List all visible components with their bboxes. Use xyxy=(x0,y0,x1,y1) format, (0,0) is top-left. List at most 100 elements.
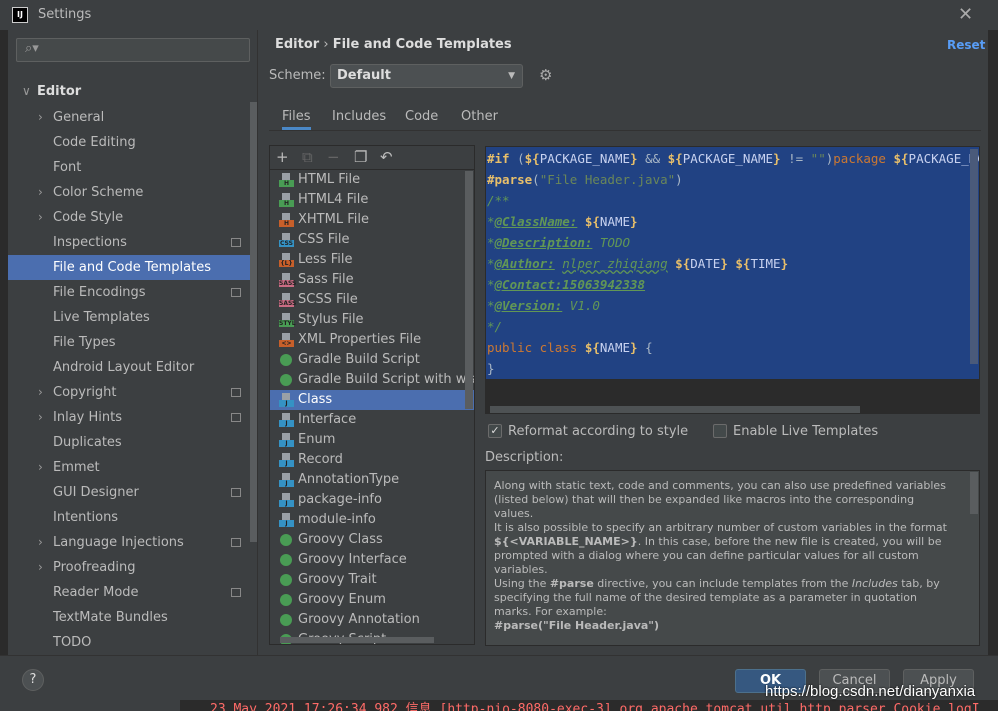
breadcrumb-parent[interactable]: Editor xyxy=(275,37,319,52)
list-item[interactable]: Groovy Enum xyxy=(270,590,474,610)
reset-link[interactable]: Reset xyxy=(947,38,985,52)
sidebar-item-reader-mode[interactable]: Reader Mode xyxy=(8,580,250,605)
reformat-label[interactable]: Reformat according to style xyxy=(508,424,688,439)
template-code-editor[interactable]: #if (${PACKAGE_NAME} && ${PACKAGE_NAME} … xyxy=(485,146,980,414)
reset-icon[interactable]: ↶ xyxy=(380,148,393,166)
code-line: */ xyxy=(487,319,503,334)
sidebar-item-proofreading[interactable]: › Proofreading xyxy=(8,555,250,580)
sidebar-item-inspections[interactable]: Inspections xyxy=(8,230,250,255)
file-template-name: CSS File xyxy=(298,232,350,247)
file-template-name: Groovy Interface xyxy=(298,552,407,567)
list-item[interactable]: <> XML Properties File xyxy=(270,330,474,350)
chevron-down-icon[interactable]: ∨ xyxy=(22,79,31,104)
list-item[interactable]: J Record xyxy=(270,450,474,470)
sidebar-item-file-encodings[interactable]: File Encodings xyxy=(8,280,250,305)
list-item[interactable]: Gradle Build Script with wrapper xyxy=(270,370,474,390)
chevron-right-icon[interactable]: › xyxy=(38,380,43,405)
list-horizontal-scrollbar[interactable] xyxy=(280,637,434,643)
duplicate-icon[interactable]: ❐ xyxy=(354,148,367,166)
list-item[interactable]: J Class xyxy=(270,390,474,410)
chevron-right-icon[interactable]: › xyxy=(38,205,43,230)
sidebar-item-duplicates[interactable]: Duplicates xyxy=(8,430,250,455)
editor-scrollbar[interactable] xyxy=(970,149,978,364)
sidebar-item-label: Live Templates xyxy=(53,310,150,325)
settings-search-input[interactable]: ⌕▾ xyxy=(16,38,250,62)
help-button[interactable]: ? xyxy=(22,669,44,691)
list-item[interactable]: Groovy Trait xyxy=(270,570,474,590)
sidebar-item-textmate-bundles[interactable]: TextMate Bundles xyxy=(8,605,250,630)
sidebar-item-label: TODO xyxy=(53,635,92,650)
file-type-icon: {L} xyxy=(279,253,294,267)
list-item[interactable]: Groovy Interface xyxy=(270,550,474,570)
sidebar-item-editor[interactable]: ∨ Editor xyxy=(8,79,250,104)
scheme-dropdown[interactable]: Default ▼ xyxy=(330,64,523,88)
sidebar-item-emmet[interactable]: › Emmet xyxy=(8,455,250,480)
close-icon[interactable]: ✕ xyxy=(958,4,973,25)
sidebar-item-code-editing[interactable]: Code Editing xyxy=(8,130,250,155)
chevron-right-icon[interactable]: › xyxy=(38,530,43,555)
sidebar-item-intentions[interactable]: Intentions xyxy=(8,505,250,530)
live-templates-checkbox[interactable] xyxy=(713,424,727,438)
chevron-right-icon[interactable]: › xyxy=(38,405,43,430)
add-icon[interactable]: + xyxy=(276,148,289,166)
list-item[interactable]: SASS SCSS File xyxy=(270,290,474,310)
editor-horizontal-scrollbar[interactable] xyxy=(490,406,860,413)
sidebar-item-android-layout-editor[interactable]: Android Layout Editor xyxy=(8,355,250,380)
list-item[interactable]: Groovy Class xyxy=(270,530,474,550)
list-item[interactable]: SASS Sass File xyxy=(270,270,474,290)
file-template-name: Stylus File xyxy=(298,312,364,327)
sidebar-item-gui-designer[interactable]: GUI Designer xyxy=(8,480,250,505)
sidebar-scrollbar[interactable] xyxy=(250,102,257,542)
groovy-file-icon xyxy=(280,554,292,566)
sidebar-item-inlay-hints[interactable]: › Inlay Hints xyxy=(8,405,250,430)
sidebar-item-label: File and Code Templates xyxy=(53,260,211,275)
list-item[interactable]: {L} Less File xyxy=(270,250,474,270)
gear-icon[interactable]: ⚙ xyxy=(539,66,552,84)
chevron-right-icon[interactable]: › xyxy=(38,455,43,480)
file-type-icon: H xyxy=(279,173,294,187)
list-item[interactable]: Groovy Annotation xyxy=(270,610,474,630)
tab-files[interactable]: Files xyxy=(282,108,311,130)
code-line: public class ${NAME} { xyxy=(487,340,653,355)
reformat-checkbox[interactable]: ✓ xyxy=(488,424,502,438)
copy-template-icon[interactable]: ⧉ xyxy=(302,148,313,166)
list-item[interactable]: Jmodule-info xyxy=(270,510,474,530)
live-templates-label[interactable]: Enable Live Templates xyxy=(733,424,878,439)
sidebar-item-todo[interactable]: TODO xyxy=(8,630,250,655)
sidebar-item-language-injections[interactable]: › Language Injections xyxy=(8,530,250,555)
sidebar-item-file-and-code-templates[interactable]: File and Code Templates xyxy=(8,255,250,280)
list-item[interactable]: H HTML4 File xyxy=(270,190,474,210)
chevron-right-icon[interactable]: › xyxy=(38,180,43,205)
sidebar-item-font[interactable]: Font xyxy=(8,155,250,180)
sidebar-item-color-scheme[interactable]: › Color Scheme xyxy=(8,180,250,205)
list-item[interactable]: Gradle Build Script xyxy=(270,350,474,370)
list-scrollbar[interactable] xyxy=(465,171,473,409)
sidebar-item-general[interactable]: › General xyxy=(8,105,250,130)
list-item[interactable]: J Interface xyxy=(270,410,474,430)
background-console-log: 23 May 2021 17:26:34.982 信息 [http-nio-80… xyxy=(180,700,998,711)
tab-other[interactable]: Other xyxy=(461,108,498,130)
list-item[interactable]: CSS CSS File xyxy=(270,230,474,250)
tab-divider xyxy=(269,130,981,131)
tab-includes[interactable]: Includes xyxy=(332,108,386,130)
list-item[interactable]: Jpackage-info xyxy=(270,490,474,510)
chevron-right-icon[interactable]: › xyxy=(38,555,43,580)
sidebar-item-code-style[interactable]: › Code Style xyxy=(8,205,250,230)
description-scrollbar[interactable] xyxy=(970,472,978,514)
sidebar-item-copyright[interactable]: › Copyright xyxy=(8,380,250,405)
list-item[interactable]: H HTML File xyxy=(270,170,474,190)
file-template-name: XML Properties File xyxy=(298,332,422,347)
list-item[interactable]: STYL Stylus File xyxy=(270,310,474,330)
remove-icon[interactable]: − xyxy=(327,148,340,166)
sidebar-item-live-templates[interactable]: Live Templates xyxy=(8,305,250,330)
list-item[interactable]: J Enum xyxy=(270,430,474,450)
tab-code[interactable]: Code xyxy=(405,108,438,130)
project-settings-icon xyxy=(231,238,241,247)
file-template-name: Record xyxy=(298,452,343,467)
sidebar-item-label: Reader Mode xyxy=(53,585,139,600)
chevron-right-icon[interactable]: › xyxy=(38,105,43,130)
list-item[interactable]: H XHTML File xyxy=(270,210,474,230)
sidebar-item-file-types[interactable]: File Types xyxy=(8,330,250,355)
project-settings-icon xyxy=(231,413,241,422)
list-item[interactable]: J AnnotationType xyxy=(270,470,474,490)
